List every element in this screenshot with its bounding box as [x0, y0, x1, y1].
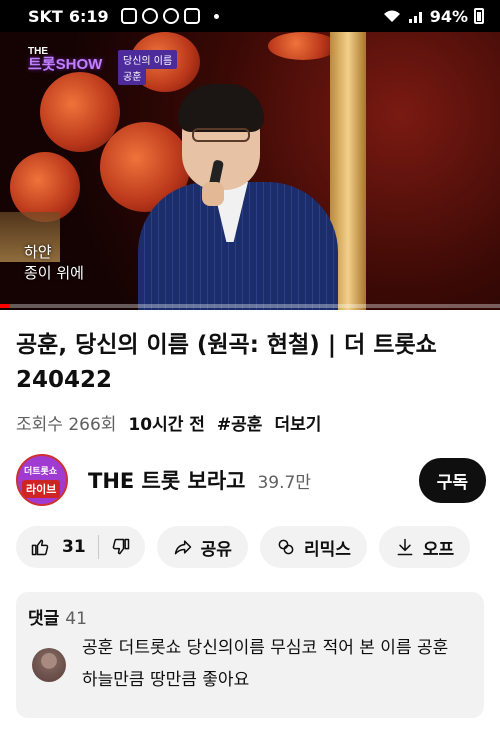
like-dislike-pill: 31	[16, 526, 145, 568]
share-button[interactable]: 공유	[156, 526, 248, 568]
comments-label: 댓글	[28, 609, 60, 629]
show-logo-main: 트롯SHOW	[28, 56, 103, 73]
channel-name[interactable]: THE 트롯 보라고	[88, 465, 245, 495]
share-label: 공유	[200, 539, 232, 560]
comments-header: 댓글 41	[28, 604, 87, 629]
channel-row[interactable]: 더트롯쇼 라이브 THE 트롯 보라고 39.7만 구독	[16, 452, 486, 508]
show-logo: THE 트롯SHOW	[28, 46, 116, 86]
subscribe-button[interactable]: 구독	[418, 457, 486, 503]
more-link[interactable]: 더보기	[274, 410, 321, 435]
notification-icons	[120, 8, 200, 24]
remix-button[interactable]: 리믹스	[259, 526, 367, 568]
thumbs-up-icon[interactable]	[30, 537, 50, 557]
battery-percent: 94%	[429, 6, 468, 26]
battery-icon	[474, 8, 484, 24]
video-meta[interactable]: 조회수 266회 10시간 전 #공훈 더보기	[16, 410, 321, 435]
like-divider	[97, 535, 99, 559]
notification-app-icon	[120, 8, 137, 24]
status-left: SKT 6:19	[28, 7, 219, 26]
video-progress-bar[interactable]	[0, 304, 500, 308]
remix-label: 리믹스	[303, 539, 351, 560]
live-badge: 라이브	[22, 480, 61, 498]
video-subtitle: 하얀 종이 위에	[24, 242, 84, 284]
wifi-icon	[383, 10, 400, 22]
subtitle-line: 하얀	[24, 243, 52, 261]
like-count[interactable]: 31	[62, 537, 86, 557]
singer-tag: 공훈	[118, 66, 147, 85]
signal-icon	[408, 12, 422, 23]
singer-hair	[178, 84, 264, 132]
action-bar: 31 공유 리믹스 오프	[16, 526, 500, 570]
channel-avatar[interactable]: 더트롯쇼 라이브	[16, 454, 68, 506]
top-comment-text: 공훈 더트롯쇼 당신의이름 무심코 적어 본 이름 공훈 하늘만큼 땅만큼 좋아…	[82, 638, 449, 690]
view-count: 조회수 266회	[16, 415, 117, 435]
video-title[interactable]: 공훈, 당신의 이름 (원곡: 현철) | 더 트롯쇼 240422	[16, 328, 486, 398]
rose-decoration	[268, 32, 338, 60]
subtitle-line: 종이 위에	[24, 264, 84, 282]
upload-time: 10시간 전	[128, 415, 205, 435]
thumbs-down-icon[interactable]	[111, 537, 131, 557]
hashtag-link[interactable]: #공훈	[217, 410, 263, 435]
carrier-label: SKT	[28, 6, 63, 26]
commenter-avatar	[32, 648, 66, 682]
comments-count: 41	[65, 609, 87, 629]
chat-notification-icon	[162, 8, 179, 24]
download-icon	[397, 538, 413, 556]
download-button[interactable]: 오프	[378, 526, 471, 568]
singer-hand	[202, 182, 224, 206]
video-player[interactable]: THE 트롯SHOW 당신의 이름 공훈 하얀 종이 위에	[0, 32, 500, 310]
status-right: 94%	[382, 7, 484, 26]
share-icon	[174, 540, 191, 555]
download-label: 오프	[422, 539, 455, 560]
comments-section[interactable]: 댓글 41 공훈 더트롯쇼 당신의이름 무심코 적어 본 이름 공훈 하늘만큼 땅…	[16, 592, 484, 718]
subscriber-count: 39.7만	[257, 472, 311, 493]
status-bar: SKT 6:19 94%	[0, 0, 500, 32]
video-progress-fill	[0, 304, 10, 308]
more-notifications-dot	[213, 13, 219, 19]
singer-glasses	[192, 128, 250, 142]
music-notification-icon	[141, 8, 158, 24]
remix-icon	[278, 539, 294, 555]
clock: 6:19	[68, 6, 109, 26]
video-details: 공훈, 당신의 이름 (원곡: 현철) | 더 트롯쇼 240422 조회수 2…	[0, 310, 500, 750]
avatar-text: 더트롯쇼	[24, 467, 58, 477]
notification-app-icon	[183, 8, 200, 24]
